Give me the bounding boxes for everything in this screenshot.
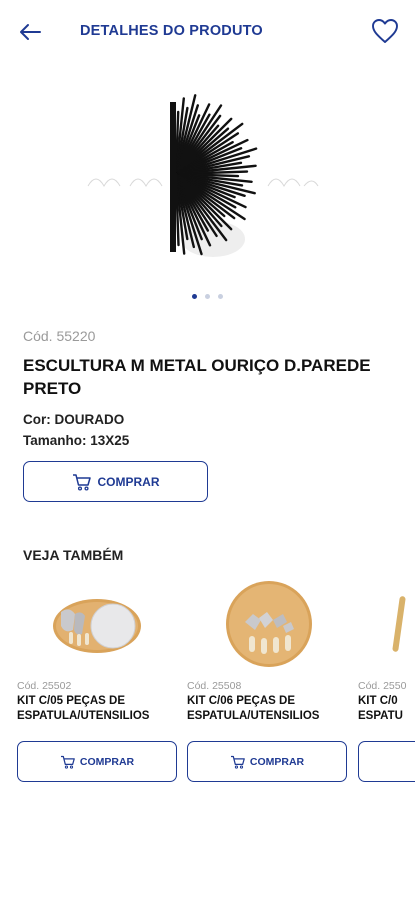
product-image-gallery[interactable] — [0, 64, 415, 294]
related-product-card[interactable]: Cód. 2550 KIT C/0 ESPATU — [358, 578, 415, 782]
app-header: DETALHES DO PRODUTO — [0, 0, 415, 64]
product-name: ESCULTURA M METAL OURIÇO D.PAREDE PRETO — [23, 356, 371, 398]
pagination-dot[interactable] — [218, 294, 223, 299]
cart-icon — [230, 755, 245, 769]
related-product-image — [358, 578, 415, 674]
related-products-carousel[interactable]: Cód. 25502 KIT C/05 PEÇAS DE ESPATULA/UT… — [0, 578, 415, 788]
product-details: Cód. 55220 ESCULTURA M METAL OURIÇO D.PA… — [23, 328, 393, 451]
related-product-image — [187, 578, 347, 674]
cart-icon — [72, 473, 91, 491]
product-color: Cor: DOURADO — [23, 412, 125, 427]
pagination-dot[interactable] — [205, 294, 210, 299]
related-product-card[interactable]: Cód. 25502 KIT C/05 PEÇAS DE ESPATULA/UT… — [17, 578, 177, 782]
cart-icon — [60, 755, 75, 769]
related-product-image — [17, 578, 177, 674]
buy-button[interactable]: COMPRAR — [23, 461, 208, 502]
heart-outline-icon — [372, 19, 398, 43]
gallery-pagination — [0, 294, 415, 299]
related-product-name: KIT C/0 ESPATU — [358, 695, 403, 722]
page-title: DETALHES DO PRODUTO — [80, 23, 263, 39]
product-image — [87, 94, 318, 257]
buy-button-label: COMPRAR — [97, 474, 160, 489]
product-size: Tamanho: 13X25 — [23, 433, 130, 448]
related-product-card[interactable]: Cód. 25508 KIT C/06 PEÇAS DE ESPATULA/UT… — [187, 578, 347, 782]
related-product-code: Cód. 2550 — [358, 680, 407, 692]
related-buy-label: COMPRAR — [249, 755, 305, 768]
related-buy-button[interactable]: COMPRAR — [17, 741, 177, 782]
related-product-name: KIT C/05 PEÇAS DE ESPATULA/UTENSILIOS — [17, 695, 150, 722]
favorite-button[interactable] — [369, 16, 401, 46]
related-product-code: Cód. 25508 — [187, 680, 242, 692]
back-button[interactable] — [14, 18, 46, 46]
related-product-code: Cód. 25502 — [17, 680, 72, 692]
product-code: Cód. 55220 — [23, 328, 96, 344]
related-section-title: VEJA TAMBÉM — [23, 547, 124, 563]
related-product-name: KIT C/06 PEÇAS DE ESPATULA/UTENSILIOS — [187, 695, 320, 722]
related-buy-button[interactable]: COMPRAR — [187, 741, 347, 782]
related-buy-button[interactable] — [358, 741, 415, 782]
arrow-left-icon — [20, 24, 41, 40]
related-buy-label: COMPRAR — [79, 755, 135, 768]
pagination-dot[interactable] — [192, 294, 197, 299]
